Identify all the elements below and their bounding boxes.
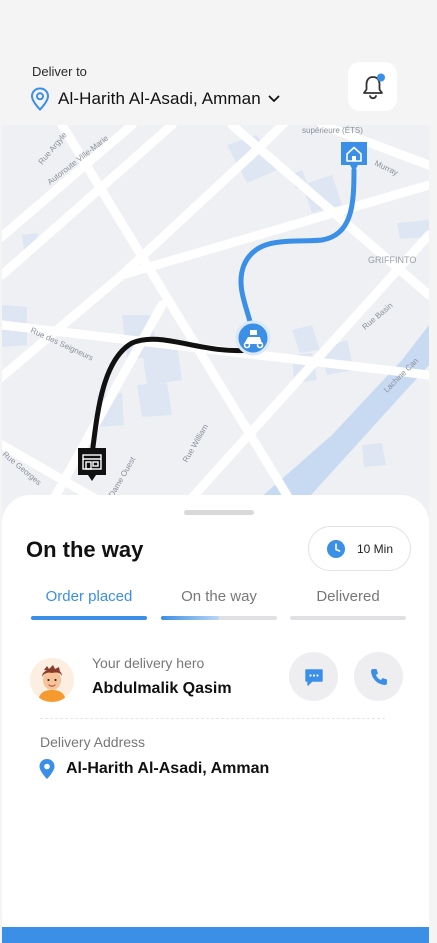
courier-marker[interactable] [235, 320, 271, 356]
deliver-to-label: Deliver to [32, 64, 87, 79]
tab-delivered[interactable]: Delivered [290, 588, 406, 620]
courier-name: Abdulmalik Qasim [92, 680, 232, 697]
delivery-hero-card: Your delivery hero Abdulmalik Qasim [30, 652, 405, 710]
current-location-text: Al-Harith Al-Asadi, Amman [58, 89, 261, 108]
tab-on-the-way[interactable]: On the way [161, 588, 277, 620]
location-pin-icon [30, 87, 50, 111]
bell-icon [362, 73, 385, 99]
street-label: GRIFFINTO [368, 255, 416, 265]
delivery-address-text: Al-Harith Al-Asadi, Amman [66, 760, 270, 777]
chat-button[interactable] [289, 652, 338, 701]
tab-label: Delivered [316, 588, 380, 605]
header: Deliver to Al-Harith Al-Asadi, Amman [0, 0, 437, 125]
divider [40, 718, 385, 719]
progress-bar [31, 616, 147, 620]
progress-bar [161, 616, 277, 620]
eta-text: 10 Min [357, 541, 394, 556]
chat-icon [304, 668, 323, 686]
map-canvas: Rue Argyle Autoroute Ville-Marie supérie… [2, 125, 429, 520]
status-title: On the way [26, 537, 144, 562]
tab-label: Order placed [45, 588, 133, 605]
notification-badge [376, 73, 385, 81]
clock-icon [327, 539, 345, 558]
sheet-drag-handle[interactable] [184, 510, 254, 515]
bottom-action-bar[interactable] [2, 927, 429, 943]
courier-avatar-icon [30, 658, 74, 702]
location-pin-icon [39, 759, 55, 779]
progress-bar [290, 616, 406, 620]
tab-label: On the way [181, 588, 257, 605]
delivery-address: Al-Harith Al-Asadi, Amman [38, 758, 269, 780]
avatar [30, 658, 74, 702]
street-label: supérieure (ÉTS) [302, 126, 363, 135]
delivery-hero-label: Your delivery hero [92, 655, 205, 671]
eta-chip: 10 Min [308, 526, 411, 571]
notifications-button[interactable] [348, 62, 397, 111]
location-selector[interactable]: Al-Harith Al-Asadi, Amman [30, 87, 281, 111]
order-status-sheet: On the way 10 Min Order placed On the wa… [2, 495, 429, 927]
map-view[interactable]: Rue Argyle Autoroute Ville-Marie supérie… [2, 125, 429, 520]
delivery-address-label: Delivery Address [40, 734, 146, 750]
chevron-down-icon [268, 95, 280, 102]
call-button[interactable] [354, 652, 403, 701]
tab-order-placed[interactable]: Order placed [31, 588, 147, 620]
phone-icon [370, 668, 387, 685]
